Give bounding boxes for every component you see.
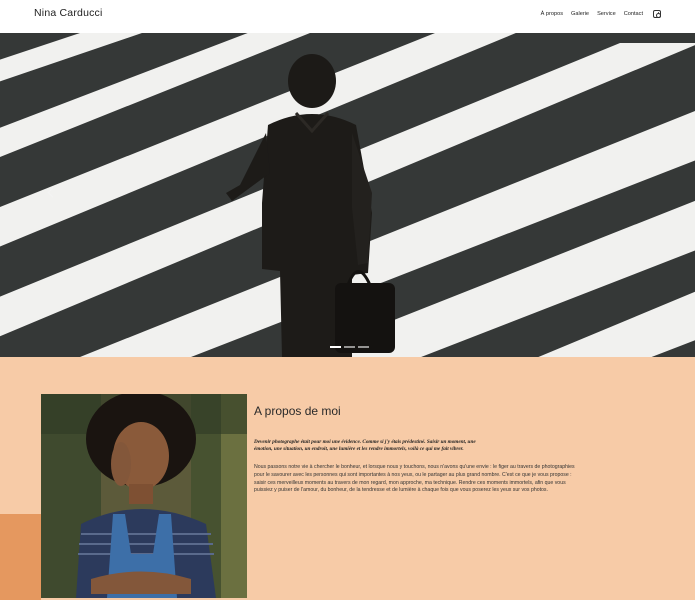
portrait-photo [41, 394, 247, 598]
nav-link-galerie[interactable]: Galerie [571, 11, 589, 17]
hero-image [0, 33, 695, 357]
hero-carousel [0, 33, 695, 357]
main-nav: À propos Galerie Service Contact [541, 10, 661, 18]
carousel-indicators [330, 346, 369, 348]
carousel-dot-1[interactable] [330, 346, 341, 348]
carousel-dot-3[interactable] [358, 346, 369, 348]
nav-link-service[interactable]: Service [597, 11, 616, 17]
carousel-dot-2[interactable] [344, 346, 355, 348]
instagram-icon[interactable] [653, 10, 661, 18]
about-section: A propos de moi Devenir photographe étai… [0, 357, 695, 600]
brand-name[interactable]: Nina Carducci [34, 7, 103, 19]
about-lead-text: Devenir photographe était pour moi une é… [254, 439, 476, 453]
site-header: Nina Carducci À propos Galerie Service C… [0, 0, 695, 33]
decorative-block [0, 514, 41, 600]
carousel-prev-button[interactable] [44, 185, 58, 203]
about-body-text: Nous passons notre vie à chercher le bon… [254, 464, 575, 494]
nav-link-contact[interactable]: Contact [624, 11, 643, 17]
nav-link-a-propos[interactable]: À propos [541, 11, 563, 17]
about-title: A propos de moi [254, 404, 341, 418]
